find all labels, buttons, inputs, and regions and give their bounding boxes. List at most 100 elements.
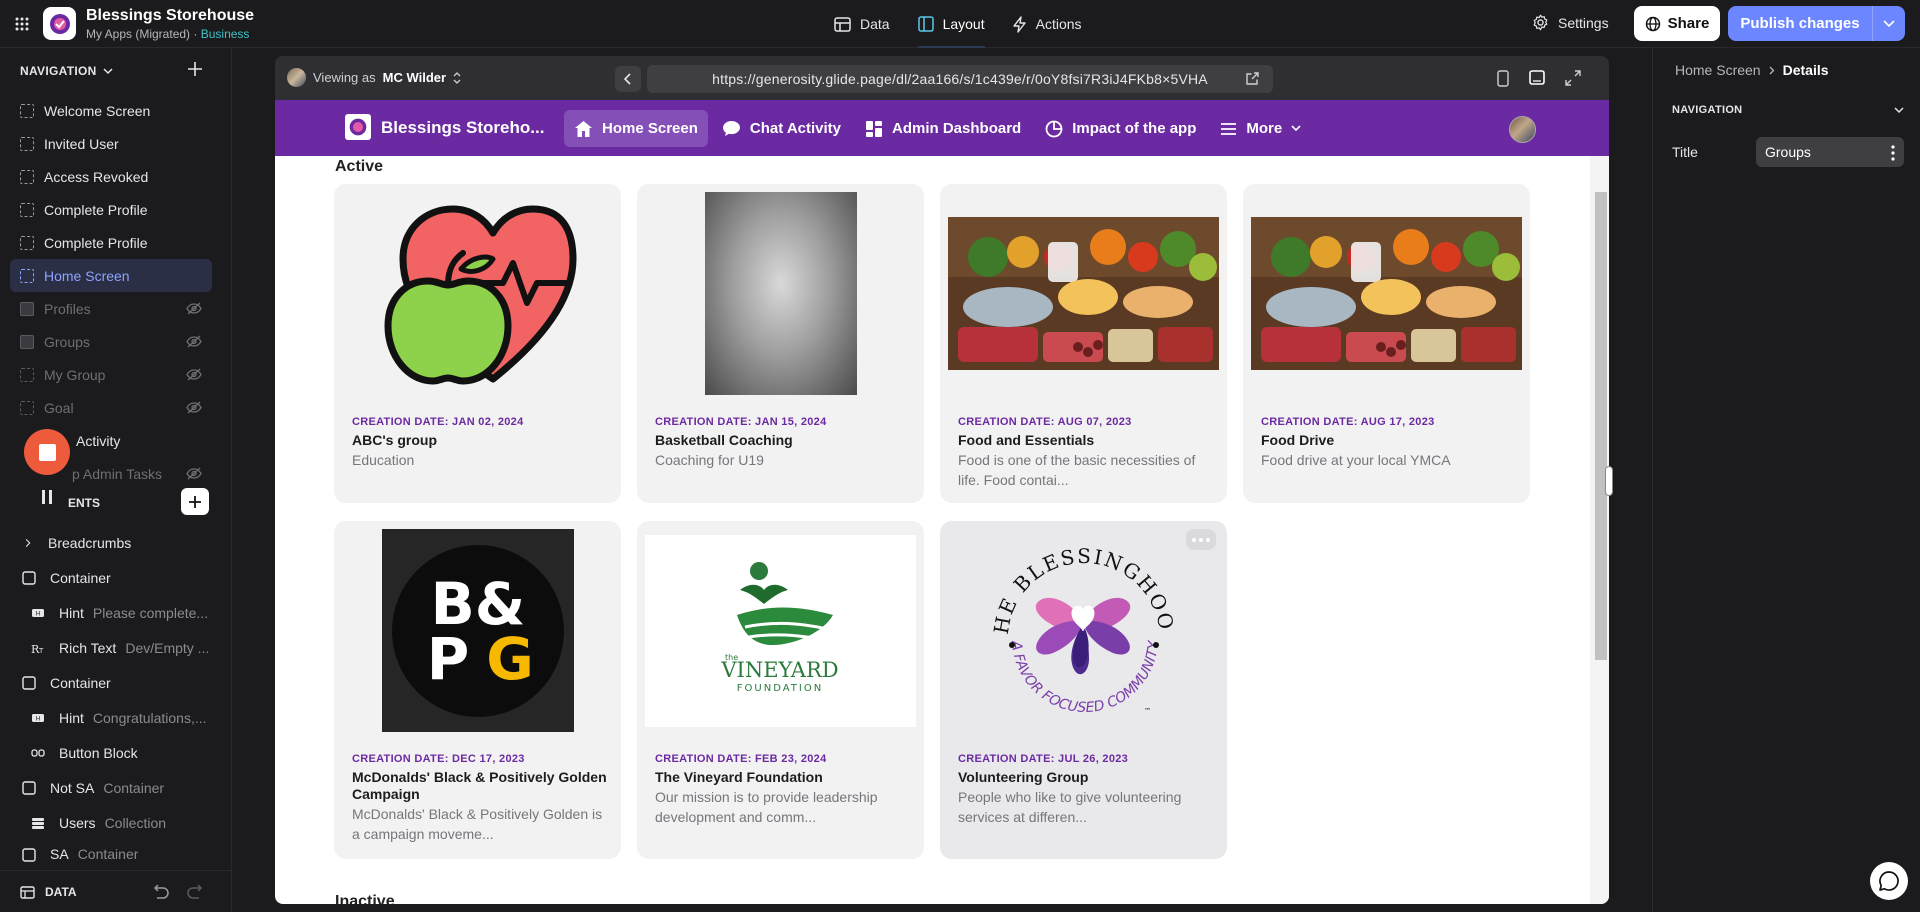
tab-layout[interactable]: Layout [904,0,999,48]
back-button[interactable] [615,66,641,92]
data-editor-button[interactable]: DATA [20,885,77,899]
eye-off-icon[interactable] [186,401,202,414]
record-stop-button[interactable] [24,429,70,475]
collection-icon [32,817,44,829]
vineyard-logo-sub: FOUNDATION [737,683,823,694]
table-icon [20,885,35,899]
group-card[interactable]: CREATION DATE: AUG 17, 2023 Food Drive F… [1243,184,1530,503]
chevron-right-icon[interactable] [24,536,34,550]
app-name[interactable]: Blessings Storehouse [86,7,254,25]
chevron-down-icon [103,67,113,74]
screen-item-goal[interactable]: Goal [10,391,212,424]
share-button[interactable]: Share [1634,6,1720,41]
group-card[interactable]: CREATION DATE: JAN 15, 2024 Basketball C… [637,184,924,503]
tab-actions[interactable]: Actions [999,0,1096,48]
rich-text-icon: RT [31,643,44,655]
app-header-title[interactable]: Blessings Storeho... [381,118,544,138]
tab-data[interactable]: Data [820,0,904,48]
eye-off-icon[interactable] [186,368,202,381]
redo-icon[interactable] [186,884,206,900]
component-label: Users [59,814,96,831]
app-nav-admin-dashboard[interactable]: Admin Dashboard [855,110,1031,147]
app-nav-home[interactable]: Home Screen [564,110,708,147]
button-block-icon [31,748,45,757]
add-component-button[interactable] [181,488,209,515]
eye-off-icon[interactable] [186,302,202,315]
container-icon [22,570,36,585]
vineyard-logo: the VINEYARD FOUNDATION [645,534,916,727]
support-chat-button[interactable] [1870,862,1908,900]
app-logo-icon [349,118,367,136]
app-nav-more[interactable]: More [1210,110,1311,147]
phone-icon[interactable] [1497,70,1509,87]
component-sa[interactable]: SA Container [10,840,212,862]
screen-item-profiles[interactable]: Profiles [10,292,212,325]
component-hint-2[interactable]: H Hint Congratulations,... [10,700,212,735]
navigation-header[interactable]: NAVIGATION [20,64,113,78]
undo-icon[interactable] [150,884,170,900]
preview-resize-handle[interactable] [1605,466,1613,496]
breadcrumb-separator: · [190,27,201,41]
eye-off-icon[interactable] [186,467,202,480]
tablet-icon[interactable] [1529,70,1545,85]
app-nav-impact[interactable]: Impact of the app [1035,110,1206,147]
group-card[interactable]: the VINEYARD FOUNDATION CREATION DATE: F… [637,521,924,859]
app-nav-chat-activity[interactable]: Chat Activity [712,110,851,147]
app-breadcrumb[interactable]: My Apps (Migrated) · Business [86,27,249,41]
tab-actions-label: Actions [1035,16,1082,32]
group-card[interactable]: CREATION DATE: AUG 07, 2023 Food and Ess… [940,184,1227,503]
screen-item-groups[interactable]: Groups [10,325,212,358]
user-avatar[interactable] [1509,116,1536,143]
component-hint[interactable]: H Hint Please complete... [10,595,212,630]
kebab-menu-icon[interactable] [1891,145,1895,161]
left-bottom-bar: DATA [0,870,232,912]
component-label: Container [50,569,111,586]
screen-item-home[interactable]: Home Screen [10,259,212,292]
component-breadcrumbs[interactable]: Breadcrumbs [10,525,212,560]
preview-toolbar: Viewing as MC Wilder https://generosity.… [275,56,1609,100]
viewing-as-selector[interactable]: Viewing as MC Wilder [287,68,461,87]
screen-item-complete-profile[interactable]: Complete Profile [10,193,212,226]
screen-item-my-group[interactable]: My Group [10,358,212,391]
group-card[interactable]: B& P G CREATION DATE: DEC 17, 2023 McDon… [334,521,621,859]
component-label: Rich Text [59,639,117,656]
screen-item-welcome[interactable]: Welcome Screen [10,94,212,127]
screen-item-complete-profile-2[interactable]: Complete Profile [10,226,212,259]
component-label: Container [50,674,111,691]
card-title: Food Drive [1261,432,1335,448]
settings-button[interactable]: Settings [1532,14,1609,31]
app-header-logo[interactable] [345,114,371,140]
pause-icon[interactable] [40,489,54,505]
add-screen-icon[interactable] [186,60,204,78]
hands-icon [1035,597,1131,675]
card-overflow-menu[interactable] [1186,529,1216,550]
component-users-collection[interactable]: Users Collection [10,805,212,840]
inspector-crumb-parent[interactable]: Home Screen [1675,62,1761,78]
expand-icon[interactable] [1565,70,1581,86]
screen-item-access-revoked[interactable]: Access Revoked [10,160,212,193]
apps-grid-icon[interactable] [14,16,30,32]
inspector-section-navigation[interactable]: NAVIGATION [1672,104,1742,116]
app-canvas: Blessings Storeho... Home Screen Chat Ac… [275,100,1609,904]
app-logo[interactable] [43,7,76,40]
component-not-sa[interactable]: Not SA Container [10,770,212,805]
publish-dropdown[interactable] [1872,6,1905,41]
component-button-block[interactable]: Button Block [10,735,212,770]
eye-off-icon[interactable] [186,335,202,348]
groceries-photo [1251,217,1522,370]
screen-item-invited-user[interactable]: Invited User [10,127,212,160]
card-image: B& P G [342,529,613,732]
component-rich-text[interactable]: RT Rich Text Dev/Empty ... [10,630,212,665]
component-container[interactable]: Container [10,560,212,595]
preview-scrollbar-thumb[interactable] [1595,192,1607,660]
group-card[interactable]: THE BLESSINGHOOD A FAVOR FOCUSED COMMUNI… [940,521,1227,859]
publish-button[interactable]: Publish changes [1728,6,1905,41]
components-header[interactable]: ENTS [68,496,100,510]
external-link-icon[interactable] [1245,71,1260,86]
title-field[interactable]: Groups [1756,137,1904,167]
svg-text:T: T [38,647,44,655]
url-bar[interactable]: https://generosity.glide.page/dl/2aa166/… [647,65,1273,93]
component-container-2[interactable]: Container [10,665,212,700]
group-card[interactable]: CREATION DATE: JAN 02, 2024 ABC's group … [334,184,621,503]
chevron-down-icon[interactable] [1893,104,1905,116]
